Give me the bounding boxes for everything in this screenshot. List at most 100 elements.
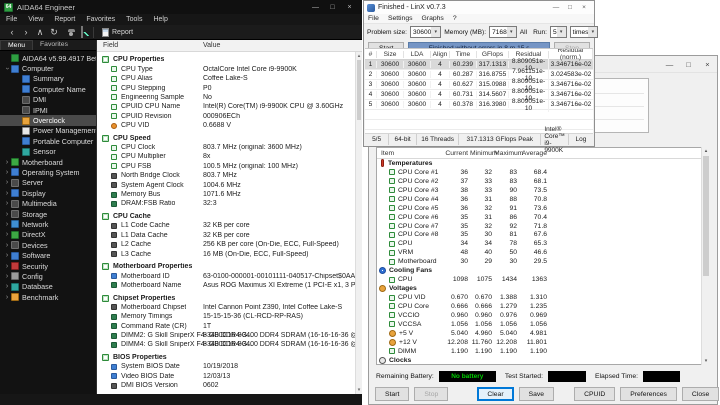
sensor-row-dimm[interactable]: DIMM 1.190 1.190 1.190 1.190 — [377, 347, 705, 356]
expand-arrow-icon[interactable]: › — [3, 190, 11, 197]
minimize-icon[interactable]: — — [549, 2, 563, 14]
sidebar-item-computer-name[interactable]: Computer Name — [0, 84, 96, 94]
column-header-lda[interactable]: LDA — [404, 50, 431, 58]
sensor-row-cpu-core-7[interactable]: CPU Core #7 35 32 92 71.8 — [377, 222, 705, 231]
field-row-l3-cache[interactable]: L3 Cache 16 MB (On-Die, ECC, Full-Speed) — [97, 249, 355, 258]
sensor-row-vrm[interactable]: VRM 48 40 50 46.6 — [377, 248, 705, 257]
field-row-l2-cache[interactable]: L2 Cache 256 KB per core (On-Die, ECC, Fu… — [97, 240, 355, 249]
field-row-cpu-fsb[interactable]: CPU FSB 100.5 MHz (original: 100 MHz) — [97, 162, 355, 171]
result-row-4[interactable]: 4 30600 30600 4 60.731 314.5607 8.809051e-10 3.… — [365, 87, 593, 102]
linx-menu-[interactable]: ? — [453, 15, 457, 22]
result-row-1[interactable]: 1 30600 30600 4 60.239 317.1313 8.809051e-10 3.… — [365, 57, 593, 72]
sensor-section-temperatures[interactable]: Temperatures — [377, 159, 705, 168]
sidebar-item-security[interactable]: › Security — [0, 261, 96, 271]
close-icon[interactable]: × — [577, 2, 591, 14]
expand-arrow-icon[interactable]: › — [3, 252, 11, 259]
run-count-select[interactable]: 5 ▾ — [550, 26, 567, 38]
sidebar-item-software[interactable]: › Software — [0, 250, 96, 260]
sidebar-item-config[interactable]: › Config — [0, 271, 96, 281]
field-row-dmi-bios-version[interactable]: DMI BIOS Version 0602 — [97, 381, 355, 390]
sidebar-item-motherboard[interactable]: › Motherboard — [0, 157, 96, 167]
field-row-cpu-stepping[interactable]: CPU Stepping P0 — [97, 83, 355, 92]
field-row-north-bridge-clock[interactable]: North Bridge Clock 803.7 MHz — [97, 171, 355, 180]
sidebar-item-summary[interactable]: Summary — [0, 74, 96, 84]
expand-arrow-icon[interactable]: › — [3, 283, 11, 290]
expand-arrow-icon[interactable]: › — [3, 273, 11, 280]
field-row-motherboard-name[interactable]: Motherboard Name Asus ROG Maximus XI Extr… — [97, 281, 355, 290]
sensor-row-cpu-core-2[interactable]: CPU Core #2 37 33 83 68.1 — [377, 177, 705, 186]
field-row-memory-bus[interactable]: Memory Bus 1071.6 MHz — [97, 190, 355, 199]
field-row-cpu-type[interactable]: CPU Type OctalCore Intel Core i9-9900K — [97, 65, 355, 74]
maximize-icon[interactable]: □ — [679, 58, 698, 71]
maximize-icon[interactable]: □ — [324, 1, 341, 14]
expand-arrow-icon[interactable]: › — [3, 200, 11, 207]
expand-arrow-icon[interactable]: › — [3, 169, 11, 176]
field-row-dimm2-g-skill-sniperx-f4-3400c16-8g[interactable]: DIMM2: G Skill SniperX F4-3400C16-8G... 8… — [97, 331, 355, 340]
save-button[interactable]: Save — [518, 387, 555, 401]
close-button[interactable]: Close — [681, 387, 720, 401]
aida-menu-tools[interactable]: Tools — [126, 16, 142, 23]
column-header-[interactable]: # — [365, 50, 377, 58]
sidebar-item-sensor[interactable]: Sensor — [0, 147, 96, 157]
maximize-icon[interactable]: □ — [563, 2, 577, 14]
sidebar-item-overclock[interactable]: Overclock — [0, 115, 96, 126]
field-row-dram-fsb-ratio[interactable]: DRAM:FSB Ratio 32:3 — [97, 199, 355, 208]
sensor-row-cpu-core-6[interactable]: CPU Core #6 35 31 86 70.4 — [377, 213, 705, 222]
cpuid-button[interactable]: CPUID — [574, 387, 616, 401]
minimize-icon[interactable]: — — [307, 1, 324, 14]
sidebar-item-devices[interactable]: › Devices — [0, 240, 96, 250]
scrollbar-thumb[interactable] — [357, 60, 361, 120]
sensor-row-cpu-core[interactable]: CPU Core 0.666 0.666 1.279 1.235 — [377, 302, 705, 311]
field-column-header[interactable]: Field — [97, 42, 197, 49]
sensor-row-cpu-core-5[interactable]: CPU Core #5 36 32 91 73.6 — [377, 204, 705, 213]
back-icon[interactable]: ‹ — [5, 26, 19, 39]
expand-arrow-icon[interactable]: › — [3, 221, 11, 228]
status-log[interactable]: Log — [569, 134, 593, 145]
sensor-row-cpu-vid[interactable]: CPU VID 0.670 0.670 1.388 1.310 — [377, 293, 705, 302]
refresh-icon[interactable]: ↻ — [47, 26, 61, 39]
chart-icon[interactable] — [75, 25, 89, 39]
minimize-icon[interactable]: — — [660, 58, 679, 71]
tab-favorites[interactable]: Favorites — [33, 40, 75, 50]
column-header-minimum[interactable]: Minimum — [470, 150, 498, 157]
field-row-cpu-alias[interactable]: CPU Alias Coffee Lake-S — [97, 74, 355, 83]
aida-menu-view[interactable]: View — [28, 16, 43, 23]
expand-arrow-icon[interactable]: › — [3, 179, 11, 186]
aida-menu-favorites[interactable]: Favorites — [86, 16, 115, 23]
aida-menu-help[interactable]: Help — [153, 16, 167, 23]
sidebar-item-ipmi[interactable]: IPMI — [0, 105, 96, 115]
column-header-residual[interactable]: Residual — [509, 50, 549, 58]
scrollbar-thumb[interactable] — [703, 156, 709, 276]
sensor-row-cpu-core-4[interactable]: CPU Core #4 36 31 88 70.8 — [377, 195, 705, 204]
field-row-memory-timings[interactable]: Memory Timings 15-15-15-36 (CL-RCD-RP-RAS… — [97, 312, 355, 321]
close-icon[interactable]: × — [698, 58, 717, 71]
field-list-scrollbar[interactable]: ▴ ▾ — [355, 52, 362, 394]
aida-menu-file[interactable]: File — [6, 16, 17, 23]
field-row-engineering-sample[interactable]: Engineering Sample No — [97, 93, 355, 102]
stop-button[interactable]: Stop — [414, 387, 449, 401]
linx-menu-graphs[interactable]: Graphs — [422, 15, 444, 22]
sensor-row-vccio[interactable]: VCCIO 0.960 0.960 0.976 0.969 — [377, 311, 705, 320]
field-row-command-rate-cr[interactable]: Command Rate (CR) 1T — [97, 321, 355, 330]
field-row-motherboard-chipset[interactable]: Motherboard Chipset Intel Cannon Point Z3… — [97, 303, 355, 312]
column-header-align[interactable]: Align — [431, 50, 450, 58]
aida-menu-report[interactable]: Report — [54, 16, 75, 23]
column-header-gflops[interactable]: GFlops — [477, 50, 509, 58]
expand-arrow-icon[interactable]: › — [3, 242, 11, 249]
field-row-cpu-vid[interactable]: CPU VID 0.6688 V — [97, 121, 355, 130]
problem-size-select[interactable]: 30600 ▾ — [409, 26, 442, 38]
field-row-cpuid-cpu-name[interactable]: CPUID CPU Name Intel(R) Core(TM) i9-9900K… — [97, 102, 355, 111]
scroll-up-icon[interactable]: ▴ — [356, 53, 362, 59]
expand-arrow-icon[interactable]: › — [3, 263, 11, 270]
sensor-section-clocks[interactable]: Clocks — [377, 356, 705, 364]
close-icon[interactable]: × — [341, 1, 358, 14]
sidebar-item-storage[interactable]: › Storage — [0, 209, 96, 219]
sidebar-item-computer[interactable]: › Computer — [0, 63, 96, 73]
sensor-table-scrollbar[interactable]: ▴ ▾ — [701, 147, 710, 365]
column-header-time[interactable]: Time — [450, 50, 477, 58]
column-header-residual-norm[interactable]: Residual (norm.) — [549, 49, 593, 61]
field-row-l1-data-cache[interactable]: L1 Data Cache 32 KB per core — [97, 231, 355, 240]
result-row-5[interactable]: 5 30600 30600 4 60.378 316.3980 8.809051e-10 3.… — [365, 97, 593, 112]
expand-arrow-icon[interactable]: › — [3, 159, 11, 166]
sensor-row-vccsa[interactable]: VCCSA 1.056 1.056 1.056 1.056 — [377, 320, 705, 329]
